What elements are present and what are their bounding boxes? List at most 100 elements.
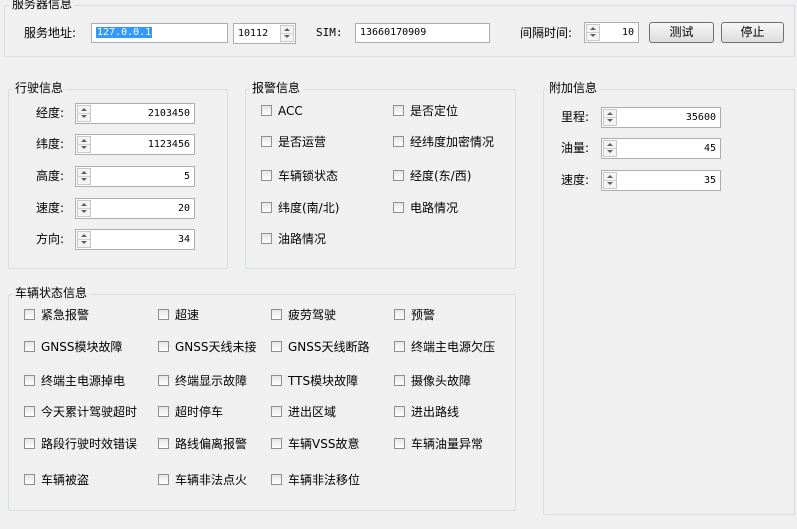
spin-buttons[interactable] [77,231,91,248]
driving-field-spinner[interactable]: 34 [75,229,195,250]
checkbox-box[interactable] [24,474,35,485]
vehicle-status-checkbox[interactable]: 摄像头故障 [394,374,471,388]
checkbox-box[interactable] [158,406,169,417]
extra-field-spinner[interactable]: 45 [601,138,721,159]
vehicle-status-checkbox[interactable]: 车辆VSS故意 [271,437,359,451]
checkbox-box[interactable] [271,406,282,417]
spin-buttons[interactable] [603,109,617,126]
checkbox-box[interactable] [24,406,35,417]
checkbox-box[interactable] [271,375,282,386]
checkbox-box[interactable] [393,105,404,116]
checkbox-box[interactable] [24,341,35,352]
alarm-checkbox[interactable]: 是否运营 [261,135,326,149]
sim-input[interactable]: 13660170909 [355,23,490,43]
spin-buttons[interactable] [77,105,91,122]
alarm-checkbox[interactable]: 是否定位 [393,104,458,118]
alarm-checkbox[interactable]: 车辆锁状态 [261,169,338,183]
spin-buttons[interactable] [603,172,617,189]
spin-buttons[interactable] [603,140,617,157]
vehicle-status-checkbox[interactable]: 紧急报警 [24,308,89,322]
checkbox-box[interactable] [158,438,169,449]
checkbox-box[interactable] [271,474,282,485]
checkbox-box[interactable] [158,375,169,386]
spin-up-icon[interactable] [587,25,599,33]
spin-buttons[interactable] [77,200,91,217]
spin-down-icon[interactable] [78,114,90,121]
checkbox-box[interactable] [393,202,404,213]
spin-up-icon[interactable] [604,173,616,181]
checkbox-box[interactable] [394,438,405,449]
checkbox-box[interactable] [393,136,404,147]
spin-up-icon[interactable] [604,110,616,118]
checkbox-box[interactable] [394,341,405,352]
checkbox-box[interactable] [394,375,405,386]
spin-up-icon[interactable] [281,26,293,34]
spin-down-icon[interactable] [78,145,90,152]
interval-spinner[interactable]: 10 [584,22,639,43]
vehicle-status-checkbox[interactable]: 进出区域 [271,405,336,419]
spin-buttons[interactable] [77,136,91,153]
checkbox-box[interactable] [24,375,35,386]
extra-field-spinner[interactable]: 35600 [601,107,721,128]
checkbox-box[interactable] [261,233,272,244]
vehicle-status-checkbox[interactable]: 疲劳驾驶 [271,308,336,322]
server-address-input[interactable]: 127.0.0.1 [91,23,228,43]
checkbox-box[interactable] [158,474,169,485]
vehicle-status-checkbox[interactable]: 车辆油量异常 [394,437,483,451]
vehicle-status-checkbox[interactable]: 路段行驶时效错误 [24,437,137,451]
checkbox-box[interactable] [271,438,282,449]
stop-button[interactable]: 停止 [721,22,784,43]
spin-up-icon[interactable] [78,137,90,145]
vehicle-status-checkbox[interactable]: GNSS天线断路 [271,340,370,354]
port-spinner[interactable]: 10112 [233,23,296,44]
spin-down-icon[interactable] [604,118,616,125]
vehicle-status-checkbox[interactable]: 今天累计驾驶超时 [24,405,137,419]
spin-down-icon[interactable] [587,33,599,40]
checkbox-box[interactable] [394,406,405,417]
vehicle-status-checkbox[interactable]: GNSS天线未接 [158,340,257,354]
checkbox-box[interactable] [271,309,282,320]
alarm-checkbox[interactable]: 电路情况 [393,201,458,215]
alarm-checkbox[interactable]: 纬度(南/北) [261,201,339,215]
checkbox-box[interactable] [261,202,272,213]
spin-down-icon[interactable] [78,240,90,247]
alarm-checkbox[interactable]: 经纬度加密情况 [393,135,494,149]
vehicle-status-checkbox[interactable]: 路线偏离报警 [158,437,247,451]
spin-buttons[interactable] [77,168,91,185]
spin-up-icon[interactable] [78,232,90,240]
spin-down-icon[interactable] [78,177,90,184]
spin-up-icon[interactable] [78,169,90,177]
checkbox-box[interactable] [261,170,272,181]
vehicle-status-checkbox[interactable]: 预警 [394,308,435,322]
driving-field-spinner[interactable]: 5 [75,166,195,187]
checkbox-box[interactable] [261,136,272,147]
vehicle-status-checkbox[interactable]: TTS模块故障 [271,374,358,388]
checkbox-box[interactable] [394,309,405,320]
spin-down-icon[interactable] [604,149,616,156]
vehicle-status-checkbox[interactable]: 超时停车 [158,405,223,419]
port-spin-buttons[interactable] [280,25,294,42]
driving-field-spinner[interactable]: 2103450 [75,103,195,124]
alarm-checkbox[interactable]: 油路情况 [261,232,326,246]
driving-field-spinner[interactable]: 20 [75,198,195,219]
spin-down-icon[interactable] [604,181,616,188]
alarm-checkbox[interactable]: ACC [261,104,303,118]
spin-up-icon[interactable] [78,201,90,209]
interval-spin-buttons[interactable] [586,24,600,41]
vehicle-status-checkbox[interactable]: GNSS模块故障 [24,340,123,354]
spin-down-icon[interactable] [78,209,90,216]
alarm-checkbox[interactable]: 经度(东/西) [393,169,471,183]
checkbox-box[interactable] [271,341,282,352]
vehicle-status-checkbox[interactable]: 车辆非法点火 [158,473,247,487]
checkbox-box[interactable] [24,438,35,449]
checkbox-box[interactable] [158,341,169,352]
vehicle-status-checkbox[interactable]: 进出路线 [394,405,459,419]
spin-up-icon[interactable] [78,106,90,114]
vehicle-status-checkbox[interactable]: 终端主电源欠压 [394,340,495,354]
checkbox-box[interactable] [261,105,272,116]
checkbox-box[interactable] [158,309,169,320]
checkbox-box[interactable] [24,309,35,320]
vehicle-status-checkbox[interactable]: 超速 [158,308,199,322]
vehicle-status-checkbox[interactable]: 终端显示故障 [158,374,247,388]
extra-field-spinner[interactable]: 35 [601,170,721,191]
